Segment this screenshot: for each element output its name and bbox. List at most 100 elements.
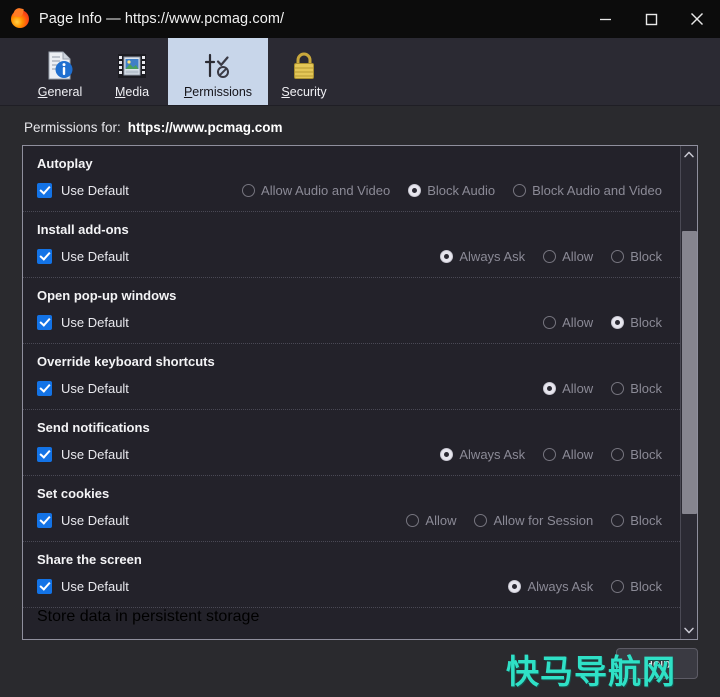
radio-icon [611,447,625,461]
checkbox-icon [37,380,52,396]
radio-label: Block [630,446,662,462]
permission-options: Allow Block [543,381,666,396]
permissions-for-label: Permissions for: [24,120,121,135]
scroll-down-button[interactable] [681,622,697,639]
use-default-checkbox[interactable]: Use Default [37,248,129,264]
radio-option-allow[interactable]: Allow [543,249,593,264]
tab-permissions-label: Permissions [183,84,253,99]
tab-media[interactable]: Media [96,38,168,105]
radio-icon [543,315,557,329]
checkbox-icon [37,314,52,330]
tab-permissions[interactable]: Permissions [168,38,268,105]
use-default-label: Use Default [61,512,129,528]
radio-option-block[interactable]: Block [611,249,662,264]
checkbox-icon [37,578,52,594]
permission-row-override-keyboard-shortcuts[interactable]: Override keyboard shortcuts Use Default … [23,344,680,410]
use-default-checkbox[interactable]: Use Default [37,314,129,330]
radio-label: Always Ask [527,578,594,594]
radio-label: Block [630,248,662,264]
radio-option-allow[interactable]: Allow [406,513,456,528]
radio-icon [543,381,557,395]
help-button[interactable]: Help [616,648,698,679]
permissions-for-line: Permissions for: https://www.pcmag.com [0,106,720,145]
use-default-checkbox[interactable]: Use Default [37,446,129,462]
window-controls [582,0,720,38]
radio-label: Allow [425,512,457,528]
radio-label: Allow [562,248,594,264]
radio-option-block[interactable]: Block [611,447,662,462]
radio-option-block[interactable]: Block [611,315,662,330]
scroll-up-button[interactable] [681,146,697,163]
radio-icon [611,513,625,527]
radio-icon [611,315,625,329]
radio-icon [611,249,625,263]
radio-icon [611,381,625,395]
radio-label: Always Ask [459,446,526,462]
vertical-scrollbar[interactable] [680,146,697,639]
sliders-check-icon [203,49,233,83]
checkbox-icon [37,182,52,198]
radio-option-always-ask[interactable]: Always Ask [508,579,593,594]
permission-row-partial-bottom[interactable]: Store data in persistent storage [23,608,680,626]
radio-label: Allow [562,314,594,330]
permission-row-open-pop-up-windows[interactable]: Open pop-up windows Use Default Allow Bl… [23,278,680,344]
permissions-list: Access Your Location Use Default Always … [23,146,680,626]
maximize-button[interactable] [628,0,674,38]
radio-label: Block [630,380,662,396]
checkbox-icon [37,512,52,528]
checkbox-icon [37,248,52,264]
scrollbar-thumb[interactable] [682,231,697,514]
radio-option-allow[interactable]: Allow [543,381,593,396]
radio-icon [474,513,488,527]
use-default-checkbox[interactable]: Use Default [37,182,129,198]
radio-option-block[interactable]: Block [611,513,662,528]
checkbox-icon [37,446,52,462]
permissions-scroll-area[interactable]: Access Your Location Use Default Always … [23,146,680,639]
use-default-label: Use Default [61,182,129,198]
title-bar: Page Info — https://www.pcmag.com/ [0,0,720,38]
padlock-icon [291,49,317,83]
site-url: https://www.pcmag.com [127,120,283,135]
use-default-label: Use Default [61,314,129,330]
radio-icon [513,183,527,197]
radio-option-allow[interactable]: Allow [543,315,593,330]
radio-option-always-ask[interactable]: Always Ask [440,447,525,462]
radio-option-block-audio-and-video[interactable]: Block Audio and Video [513,183,662,198]
permission-title: Autoplay [37,156,93,171]
permission-title: Set cookies [37,486,110,501]
radio-label: Allow [562,380,594,396]
permission-row-share-the-screen[interactable]: Share the screen Use Default Always Ask [23,542,680,608]
permission-row-send-notifications[interactable]: Send notifications Use Default Always As… [23,410,680,476]
window-title: Page Info — https://www.pcmag.com/ [39,11,285,27]
permission-title: Send notifications [37,420,150,435]
permission-options: Always Ask Allow Block [440,447,666,462]
close-button[interactable] [674,0,720,38]
permission-row-set-cookies[interactable]: Set cookies Use Default Allow Allow for … [23,476,680,542]
tab-general[interactable]: General [24,38,96,105]
radio-icon [543,447,557,461]
use-default-checkbox[interactable]: Use Default [37,578,129,594]
permission-title: Store data in persistent storage [37,608,260,625]
use-default-checkbox[interactable]: Use Default [37,512,129,528]
radio-option-allow-for-session[interactable]: Allow for Session [474,513,593,528]
tab-security[interactable]: Security [268,38,340,105]
use-default-checkbox[interactable]: Use Default [37,380,129,396]
radio-label: Block [630,512,662,528]
use-default-label: Use Default [61,578,129,594]
radio-icon [440,249,454,263]
permission-row-autoplay[interactable]: Autoplay Use Default Allow Audio and Vid… [23,146,680,212]
radio-option-allow[interactable]: Allow [543,447,593,462]
permission-options: Always Ask Block [508,579,666,594]
radio-option-always-ask[interactable]: Always Ask [440,249,525,264]
permission-row-install-add-ons[interactable]: Install add-ons Use Default Always Ask A… [23,212,680,278]
radio-option-block-audio[interactable]: Block Audio [408,183,495,198]
film-image-icon [117,49,147,83]
minimize-button[interactable] [582,0,628,38]
radio-option-block[interactable]: Block [611,381,662,396]
radio-option-block[interactable]: Block [611,579,662,594]
radio-option-allow-audio-and-video[interactable]: Allow Audio and Video [242,183,390,198]
radio-icon [440,447,454,461]
tab-media-label: Media [114,84,150,99]
dialog-footer: Help 快马导航网 [0,640,720,697]
radio-label: Block Audio and Video [532,182,662,198]
